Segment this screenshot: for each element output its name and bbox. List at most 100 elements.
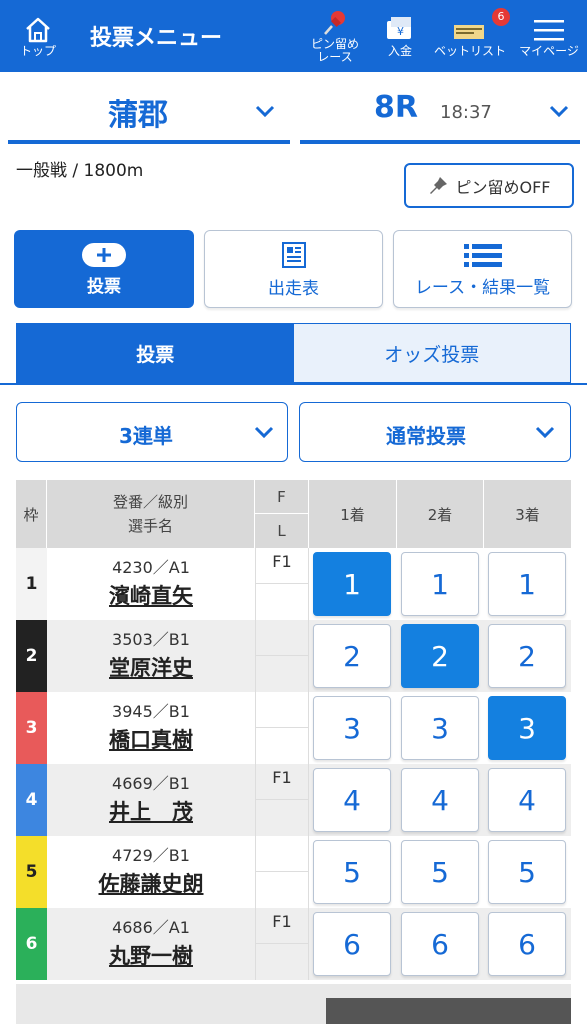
racer-name[interactable]: 井上 茂	[47, 796, 255, 826]
entry-list-tile[interactable]: 出走表	[204, 230, 383, 308]
mypage-label: マイページ	[519, 43, 579, 58]
bet-type-value: 3連単	[119, 424, 173, 448]
racer-name[interactable]: 橋口真樹	[47, 724, 255, 754]
flying-count	[255, 620, 309, 656]
race-time: 18:37	[440, 102, 492, 123]
racer-registration: 4230／A1	[112, 558, 190, 577]
race-number: 8R	[374, 90, 418, 125]
svg-text:¥: ¥	[397, 25, 404, 38]
plus-icon	[82, 242, 126, 267]
select-second-button[interactable]: 6	[401, 912, 479, 976]
select-first-button[interactable]: 6	[313, 912, 391, 976]
racer-cell: 3503／B1 堂原洋史	[47, 620, 255, 692]
select-third-button[interactable]: 6	[488, 912, 566, 976]
bet-list-button[interactable]: 6 ベットリスト	[432, 0, 510, 72]
tab-bet[interactable]: 投票	[17, 324, 294, 382]
footer-summary	[16, 984, 571, 1024]
waku-number: 4	[16, 764, 47, 836]
late-count	[255, 944, 309, 980]
home-button[interactable]: トップ	[8, 0, 68, 72]
pin-toggle-label: ピン留めOFF	[455, 177, 551, 197]
late-count	[255, 656, 309, 692]
select-first-button[interactable]: 5	[313, 840, 391, 904]
waku-number: 2	[16, 620, 47, 692]
deposit-label: 入金	[387, 43, 412, 58]
home-icon	[26, 17, 50, 42]
footer-bar	[326, 998, 571, 1024]
select-first-button[interactable]: 1	[313, 552, 391, 616]
table-row: 6 4686／A1 丸野一樹 F1 6 6 6	[16, 908, 571, 980]
tab-odds-bet[interactable]: オッズ投票	[293, 324, 570, 382]
select-third-button[interactable]: 1	[488, 552, 566, 616]
waku-number: 3	[16, 692, 47, 764]
select-second-button[interactable]: 5	[401, 840, 479, 904]
mypage-button[interactable]: マイページ	[514, 0, 584, 72]
bet-type-select[interactable]: 3連単	[16, 402, 288, 462]
home-label: トップ	[19, 43, 56, 58]
pushpin-icon	[324, 11, 345, 35]
bet-tile-label: 投票	[87, 276, 121, 297]
header-f: F	[255, 480, 309, 514]
select-first-button[interactable]: 2	[313, 624, 391, 688]
pushpin-icon	[430, 176, 448, 194]
deposit-button[interactable]: ¥ 入金	[374, 0, 426, 72]
results-tile[interactable]: レース・結果一覧	[393, 230, 572, 308]
menu-icon	[534, 19, 564, 40]
racer-name[interactable]: 丸野一樹	[47, 940, 255, 970]
pin-toggle-button[interactable]: ピン留めOFF	[404, 163, 574, 208]
pin-race-label: ピン留め レース	[310, 37, 359, 64]
select-third-button[interactable]: 2	[488, 624, 566, 688]
bet-method-select[interactable]: 通常投票	[299, 402, 571, 462]
racer-name[interactable]: 堂原洋史	[47, 652, 255, 682]
select-third-button[interactable]: 5	[488, 840, 566, 904]
tab-underline	[0, 383, 587, 385]
racer-cell: 4686／A1 丸野一樹	[47, 908, 255, 980]
flying-count	[255, 692, 309, 728]
racer-registration: 4686／A1	[112, 918, 190, 937]
chevron-down-icon	[254, 426, 274, 439]
select-second-button[interactable]: 2	[401, 624, 479, 688]
chevron-down-icon	[255, 105, 275, 118]
bet-list-badge: 6	[492, 8, 510, 26]
racer-name[interactable]: 佐藤謙史朗	[47, 868, 255, 898]
select-second-button[interactable]: 4	[401, 768, 479, 832]
racer-name[interactable]: 濱崎直矢	[47, 580, 255, 610]
racer-registration: 4729／B1	[112, 846, 190, 865]
flying-count: F1	[255, 908, 309, 944]
select-first-button[interactable]: 4	[313, 768, 391, 832]
flying-count: F1	[255, 764, 309, 800]
table-row: 3 3945／B1 橋口真樹 3 3 3	[16, 692, 571, 764]
select-second-button[interactable]: 3	[401, 696, 479, 760]
table-row: 5 4729／B1 佐藤謙史朗 5 5 5	[16, 836, 571, 908]
header-third: 3着	[484, 480, 571, 548]
flying-count	[255, 836, 309, 872]
racer-registration: 3945／B1	[112, 702, 190, 721]
racer-registration: 4669／B1	[112, 774, 190, 793]
select-second-button[interactable]: 1	[401, 552, 479, 616]
waku-number: 1	[16, 548, 47, 620]
racer-cell: 4669／B1 井上 茂	[47, 764, 255, 836]
entry-list-label: 出走表	[268, 278, 319, 299]
waku-number: 5	[16, 836, 47, 908]
select-third-button[interactable]: 3	[488, 696, 566, 760]
select-third-button[interactable]: 4	[488, 768, 566, 832]
pin-race-button[interactable]: ピン留め レース	[302, 0, 368, 72]
bet-method-value: 通常投票	[386, 424, 466, 448]
venue-select[interactable]: 蒲郡	[8, 78, 290, 144]
header-racer: 登番／級別 選手名	[47, 480, 255, 548]
app-header: トップ 投票メニュー ピン留め レース ¥ 入金 6 ベットリスト マイページ	[0, 0, 587, 72]
race-number-select[interactable]: 8R 18:37	[300, 78, 580, 144]
header-l: L	[255, 514, 309, 548]
racer-registration: 3503／B1	[112, 630, 190, 649]
bet-tile[interactable]: 投票	[14, 230, 194, 308]
table-row: 2 3503／B1 堂原洋史 2 2 2	[16, 620, 571, 692]
late-count	[255, 872, 309, 908]
racer-cell: 3945／B1 橋口真樹	[47, 692, 255, 764]
racer-cell: 4729／B1 佐藤謙史朗	[47, 836, 255, 908]
page-title: 投票メニュー	[90, 26, 223, 51]
late-count	[255, 800, 309, 836]
chevron-down-icon	[549, 105, 569, 118]
select-first-button[interactable]: 3	[313, 696, 391, 760]
table-row: 4 4669／B1 井上 茂 F1 4 4 4	[16, 764, 571, 836]
flying-count: F1	[255, 548, 309, 584]
